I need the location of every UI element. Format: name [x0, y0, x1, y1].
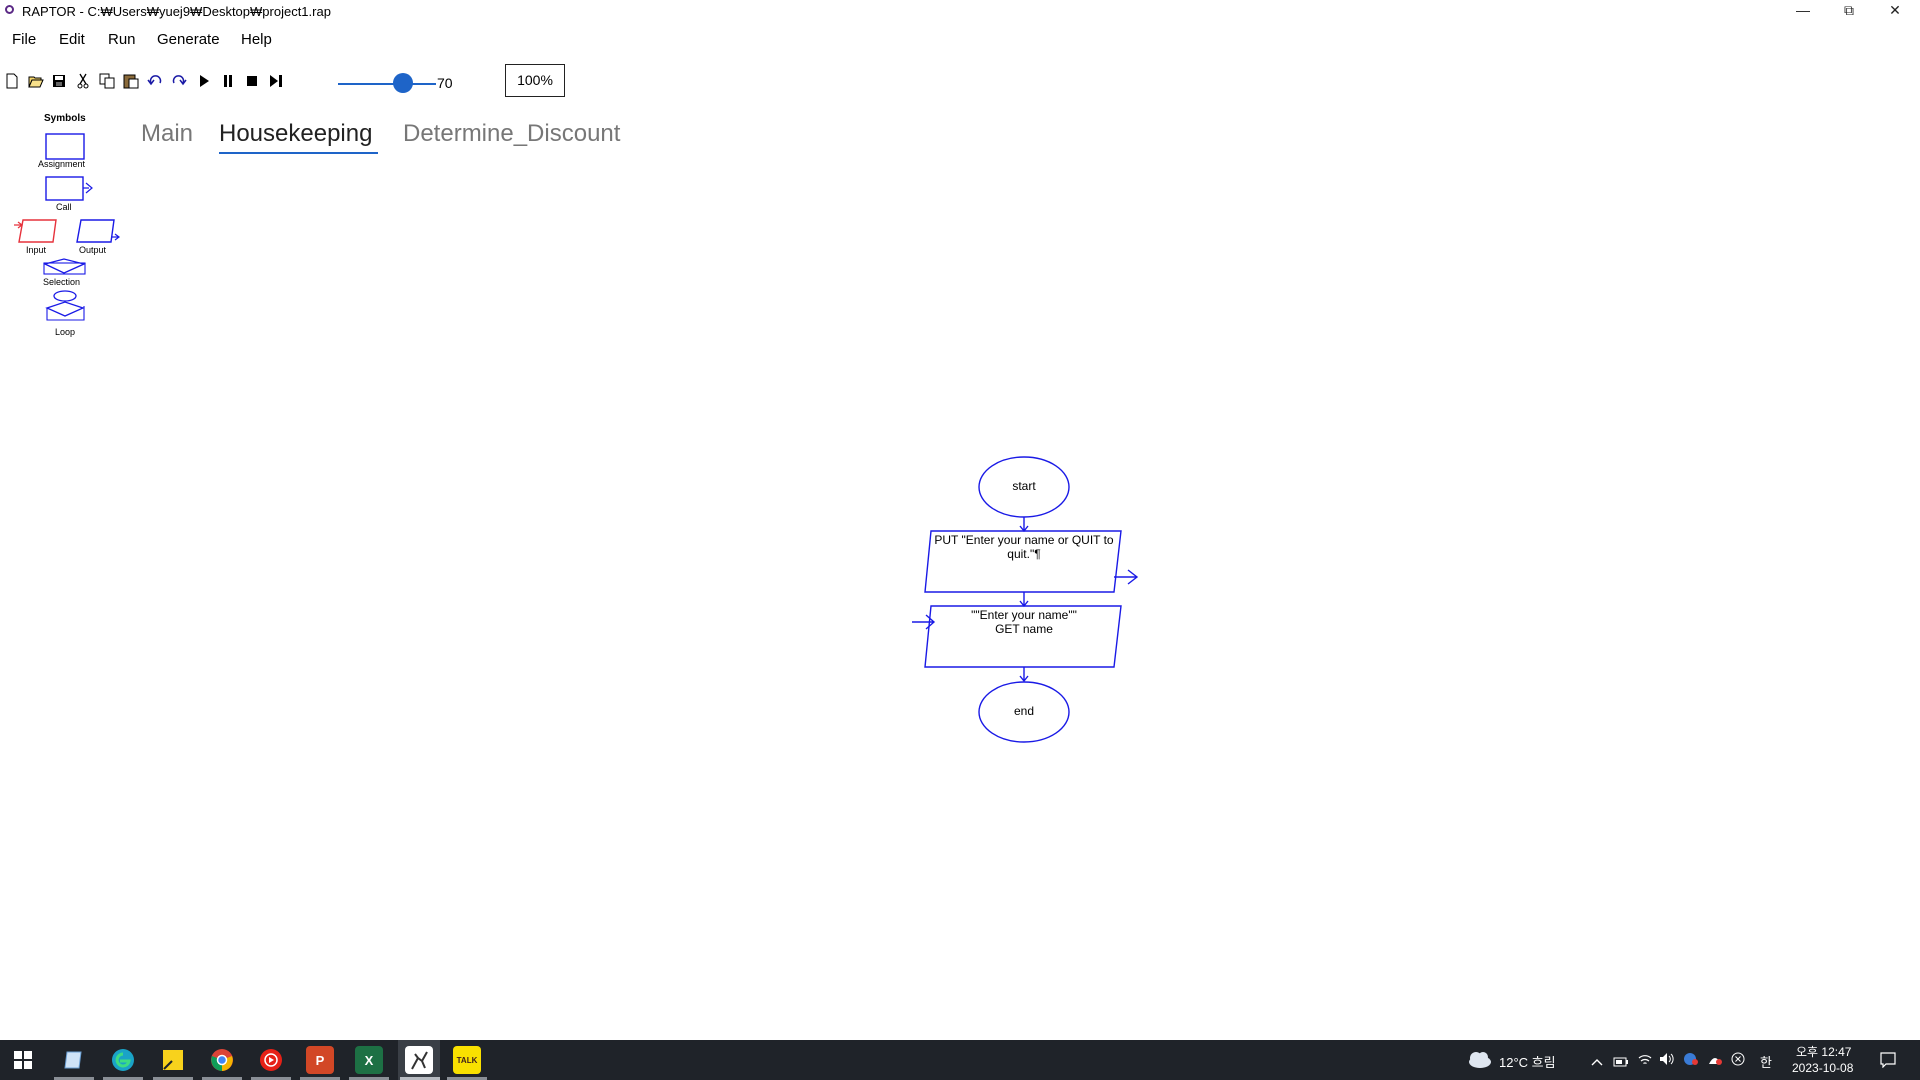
clock-time[interactable]: 오후 12:47 [1796, 1043, 1851, 1060]
connector-start-output [1019, 517, 1029, 533]
output-text-line2: quit."¶ [1007, 547, 1041, 561]
battery-icon[interactable] [1613, 1054, 1629, 1072]
ime-indicator[interactable]: 한 [1760, 1052, 1772, 1071]
weather-icon[interactable] [1466, 1050, 1492, 1075]
clock-date[interactable]: 2023-10-08 [1792, 1061, 1853, 1075]
output-text: PUT "Enter your name or QUIT to quit."¶ [924, 533, 1124, 561]
tray-app-icon-2[interactable] [1707, 1052, 1723, 1071]
file-explorer-icon[interactable] [60, 1046, 88, 1074]
input-text: ""Enter your name"" GET name [924, 608, 1124, 636]
start-label: start [1012, 479, 1036, 493]
excel-icon[interactable]: X [355, 1046, 383, 1074]
output-arrow [1114, 569, 1139, 585]
youtube-music-icon[interactable] [257, 1046, 285, 1074]
output-text-line1: PUT "Enter your name or QUIT to [934, 533, 1114, 547]
connector-output-input [1019, 592, 1029, 608]
tray-app-icon-1[interactable] [1683, 1052, 1699, 1071]
chrome-icon[interactable] [208, 1046, 236, 1074]
close-circle-icon[interactable] [1731, 1052, 1745, 1071]
powerpoint-icon[interactable]: P [306, 1046, 334, 1074]
connector-input-end [1019, 667, 1029, 683]
sticky-notes-icon[interactable] [159, 1046, 187, 1074]
input-variable: GET name [995, 622, 1053, 636]
windows-start-icon[interactable] [9, 1046, 37, 1074]
wifi-icon[interactable] [1637, 1052, 1653, 1071]
edge-icon[interactable] [109, 1046, 137, 1074]
chevron-up-icon[interactable] [1591, 1054, 1603, 1072]
raptor-icon[interactable] [405, 1046, 433, 1074]
end-label: end [1013, 704, 1035, 718]
volume-icon[interactable] [1659, 1052, 1675, 1071]
flowchart-shapes [912, 456, 1139, 743]
input-prompt: ""Enter your name"" [971, 608, 1077, 622]
kakaotalk-icon[interactable]: TALK [453, 1046, 481, 1074]
taskbar [0, 1040, 1920, 1080]
notification-icon[interactable] [1880, 1052, 1896, 1073]
weather-text[interactable]: 12°C 흐림 [1499, 1052, 1556, 1071]
